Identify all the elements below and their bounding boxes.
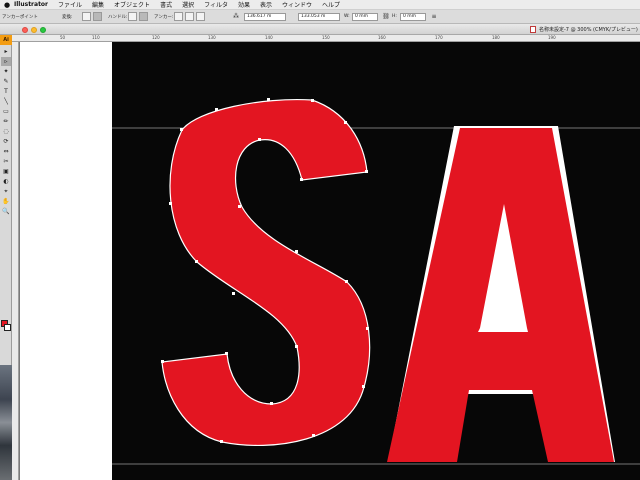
ruler-label: 160 bbox=[378, 35, 386, 40]
app-menu[interactable]: Illustrator bbox=[14, 1, 48, 8]
menu-view[interactable]: 表示 bbox=[260, 0, 272, 9]
tool-panel: Ai ▸ ▹ ✦ ✎ T ╲ ▭ ✏ ◌ ⟳ ⇔ ✂ ▣ ◐ ⌖ ✋ 🔍 bbox=[0, 35, 12, 365]
ruler-label: 130 bbox=[208, 35, 216, 40]
ruler-label: 110 bbox=[92, 35, 100, 40]
document-title: 名称未設定-7 @ 300% (CMYK/プレビュー) bbox=[539, 27, 638, 33]
anchor-point[interactable] bbox=[344, 121, 347, 124]
menu-object[interactable]: オブジェクト bbox=[114, 0, 150, 9]
w-field[interactable]: 0 mm bbox=[352, 13, 378, 21]
anchor-remove-button[interactable] bbox=[174, 12, 183, 21]
menu-type[interactable]: 書式 bbox=[160, 0, 172, 9]
anchor-label: アンカー: bbox=[154, 15, 174, 20]
anchor-point[interactable] bbox=[258, 138, 261, 141]
pen-tool-icon[interactable]: ✎ bbox=[1, 77, 11, 86]
blob-brush-tool-icon[interactable]: ◌ bbox=[1, 127, 11, 136]
minimize-icon[interactable] bbox=[31, 27, 37, 33]
anchor-point[interactable] bbox=[220, 440, 223, 443]
anchor-point[interactable] bbox=[295, 250, 298, 253]
convert-label: 変換: bbox=[62, 15, 73, 20]
h-label: H: bbox=[392, 14, 397, 19]
x-field[interactable]: 136.617 m bbox=[244, 13, 286, 21]
close-icon[interactable] bbox=[22, 27, 28, 33]
anchor-point-label: アンカーポイント bbox=[2, 15, 38, 20]
w-label: W: bbox=[344, 14, 350, 19]
link-icon[interactable]: ⛓ bbox=[382, 13, 390, 21]
ruler-label: 150 bbox=[322, 35, 330, 40]
anchor-point[interactable] bbox=[215, 108, 218, 111]
artwork-svg bbox=[112, 98, 640, 465]
menu-window[interactable]: ウィンドウ bbox=[282, 0, 312, 9]
document-icon bbox=[530, 26, 536, 33]
eyedropper-tool-icon[interactable]: ⌖ bbox=[1, 187, 11, 196]
gradient-tool-icon[interactable]: ◐ bbox=[1, 177, 11, 186]
scissors-tool-icon[interactable]: ✂ bbox=[1, 157, 11, 166]
anchor-point[interactable] bbox=[295, 345, 298, 348]
document-titlebar: 名称未設定-7 @ 300% (CMYK/プレビュー) bbox=[0, 24, 640, 35]
handle-label: ハンドル: bbox=[108, 15, 128, 20]
type-tool-icon[interactable]: T bbox=[1, 87, 11, 96]
anchor-connect-button[interactable] bbox=[185, 12, 194, 21]
anchor-point[interactable] bbox=[270, 402, 273, 405]
anchor-point[interactable] bbox=[365, 170, 368, 173]
pasteboard[interactable] bbox=[20, 42, 112, 480]
anchor-point[interactable] bbox=[169, 202, 172, 205]
anchor-cut-button[interactable] bbox=[196, 12, 205, 21]
anchor-point[interactable] bbox=[238, 205, 241, 208]
letter-a-counter-edge bbox=[478, 328, 528, 332]
rotate-tool-icon[interactable]: ⟳ bbox=[1, 137, 11, 146]
rectangle-tool-icon[interactable]: ▭ bbox=[1, 107, 11, 116]
menu-effect[interactable]: 効果 bbox=[238, 0, 250, 9]
selection-tool-icon[interactable]: ▸ bbox=[1, 47, 11, 56]
anchor-point[interactable] bbox=[180, 128, 183, 131]
direct-selection-tool-icon[interactable]: ▹ bbox=[1, 57, 11, 66]
anchor-point[interactable] bbox=[267, 98, 270, 101]
align-icon[interactable]: ≡ bbox=[430, 13, 438, 21]
reference-point-icon[interactable]: ⁂ bbox=[232, 13, 240, 21]
line-tool-icon[interactable]: ╲ bbox=[1, 97, 11, 106]
anchor-point[interactable] bbox=[225, 352, 228, 355]
convert-corner-button[interactable] bbox=[82, 12, 91, 21]
menu-file[interactable]: ファイル bbox=[58, 0, 82, 9]
menu-edit[interactable]: 編集 bbox=[92, 0, 104, 9]
control-bar: アンカーポイント 変換: ハンドル: アンカー: ⁂ 136.617 m 133… bbox=[0, 10, 640, 24]
menu-select[interactable]: 選択 bbox=[182, 0, 194, 9]
menu-filter[interactable]: フィルタ bbox=[204, 0, 228, 9]
vertical-ruler[interactable] bbox=[12, 42, 19, 480]
hand-tool-icon[interactable]: ✋ bbox=[1, 197, 11, 206]
ruler-label: 50 bbox=[60, 35, 66, 40]
zoom-icon[interactable] bbox=[40, 27, 46, 33]
stroke-color-swatch[interactable] bbox=[4, 324, 11, 331]
anchor-point[interactable] bbox=[195, 260, 198, 263]
anchor-point[interactable] bbox=[311, 99, 314, 102]
handle-hide-button[interactable] bbox=[139, 12, 148, 21]
menu-bar: ● Illustrator ファイル 編集 オブジェクト 書式 選択 フィルタ … bbox=[0, 0, 640, 10]
horizontal-ruler[interactable]: 50 110 120 130 140 150 160 170 180 190 bbox=[12, 35, 640, 42]
letter-s-path[interactable] bbox=[161, 98, 371, 447]
handle-show-button[interactable] bbox=[128, 12, 137, 21]
pencil-tool-icon[interactable]: ✏ bbox=[1, 117, 11, 126]
ruler-label: 120 bbox=[152, 35, 160, 40]
anchor-point[interactable] bbox=[161, 360, 164, 363]
anchor-point[interactable] bbox=[366, 327, 369, 330]
menu-help[interactable]: ヘルプ bbox=[322, 0, 340, 9]
anchor-point[interactable] bbox=[362, 385, 365, 388]
convert-smooth-button[interactable] bbox=[93, 12, 102, 21]
ruler-label: 140 bbox=[265, 35, 273, 40]
ruler-label: 170 bbox=[435, 35, 443, 40]
magic-wand-tool-icon[interactable]: ✦ bbox=[1, 67, 11, 76]
ruler-label: 190 bbox=[548, 35, 556, 40]
anchor-point[interactable] bbox=[232, 292, 235, 295]
shape-builder-tool-icon[interactable]: ▣ bbox=[1, 167, 11, 176]
anchor-point[interactable] bbox=[312, 434, 315, 437]
anchor-point[interactable] bbox=[300, 178, 303, 181]
zoom-tool-icon[interactable]: 🔍 bbox=[1, 207, 11, 216]
h-field[interactable]: 0 mm bbox=[400, 13, 426, 21]
anchor-point[interactable] bbox=[345, 280, 348, 283]
ruler-label: 180 bbox=[492, 35, 500, 40]
apple-icon[interactable]: ● bbox=[0, 1, 14, 9]
ai-logo: Ai bbox=[0, 35, 12, 45]
artboard[interactable] bbox=[112, 42, 640, 480]
y-field[interactable]: 133.053 m bbox=[298, 13, 340, 21]
width-tool-icon[interactable]: ⇔ bbox=[1, 147, 11, 156]
